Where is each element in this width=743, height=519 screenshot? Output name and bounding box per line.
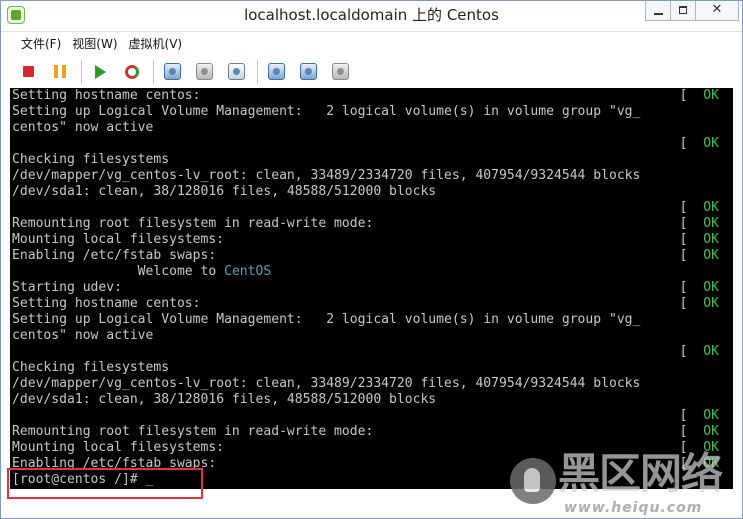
minimize-icon [654,13,663,15]
console-line-text: Checking filesystems [12,152,170,167]
watermark-logo-icon [510,458,556,504]
snapshot-icon [163,63,181,80]
ok-status: OK [703,88,719,103]
console-line-text: centos" now active [12,328,154,343]
console-line: Enabling /etc/fstab swaps: [ OK ] [12,248,719,263]
console-line-text: Setting hostname centos: [12,296,201,311]
welcome-centos-text: CentOS [224,264,272,279]
console-line: [ OK ] [12,200,719,215]
disconnect-drive-button[interactable] [263,59,289,85]
ok-status: OK [703,200,719,215]
console-line: /dev/mapper/vg_centos-lv_root: clean, 33… [12,376,733,392]
manage-snapshots-button[interactable] [223,59,249,85]
console-line: Setting hostname centos: [ OK ] [12,88,719,103]
maximize-button[interactable] [670,1,696,21]
title-bar[interactable]: localhost.localdomain 上的 Centos ✕ [1,1,742,32]
menu-vm[interactable]: 虚拟机(V) [129,35,183,52]
console-line: Welcome to CentOS [12,264,733,280]
disconnect-drive-icon [267,63,285,80]
console-line-text: Remounting root filesystem in read-write… [12,424,374,439]
watermark: 黑区网络 www.heiqu.com [508,449,743,519]
console-line: Mounting local filesystems: [ OK ] [12,232,719,247]
pause-icon [54,65,66,78]
console-screen[interactable]: Setting hostname centos: [ OK ]Setting u… [10,88,733,489]
console-line-text: /dev/sda1: clean, 38/128016 files, 48588… [12,184,437,199]
power-off-button[interactable] [15,59,41,85]
suspend-button[interactable] [47,59,73,85]
console-line-text: Remounting root filesystem in read-write… [12,216,374,231]
console-line-text: Mounting local filesystems: [12,232,225,247]
revert-snapshot-icon [195,63,213,80]
console-output: Setting hostname centos: [ OK ]Setting u… [12,88,733,488]
menu-bar: 文件(F) 视图(W) 虚拟机(V) [1,32,742,54]
ok-status: OK [703,216,719,231]
console-line-text: /dev/sda1: clean, 38/128016 files, 48588… [12,392,437,407]
minimize-button[interactable] [645,1,671,21]
console-line: [ OK ] [12,136,719,151]
console-line: Setting up Logical Volume Management: 2 … [12,104,733,120]
console-line-text: /dev/mapper/vg_centos-lv_root: clean, 33… [12,376,641,391]
console-line: Starting udev: [ OK ] [12,280,719,295]
settings-icon [331,63,349,80]
console-line-text: Checking filesystems [12,360,170,375]
console-line-text: Enabling /etc/fstab swaps: [12,248,217,263]
ok-status: OK [703,136,719,151]
console-line-text: Setting up Logical Volume Management: 2 … [12,104,641,119]
ok-status: OK [703,408,719,423]
manage-snapshots-icon [227,63,245,80]
window-controls: ✕ [645,1,739,22]
ok-status: OK [703,232,719,247]
console-line-text: Setting up Logical Volume Management: 2 … [12,312,641,327]
console-line-text: Welcome to [12,264,225,279]
ok-status: OK [703,424,719,439]
console-line: Remounting root filesystem in read-write… [12,216,719,231]
console-line-text: /dev/mapper/vg_centos-lv_root: clean, 33… [12,168,641,183]
console-line: centos" now active [12,120,733,136]
console-line: Setting up Logical Volume Management: 2 … [12,312,733,328]
prompt-highlight-box [7,468,203,499]
ok-status: OK [703,296,719,311]
toolbar-separator [257,59,258,84]
watermark-text: 黑区网络 [558,449,723,498]
revert-snapshot-button[interactable] [191,59,217,85]
toolbar-separator [81,59,82,84]
power-on-button[interactable] [87,59,113,85]
console-line-text: Starting udev: [12,280,122,295]
toolbar-separator [153,59,154,84]
vm-settings-button[interactable] [327,59,353,85]
take-snapshot-button[interactable] [159,59,185,85]
close-icon: ✕ [711,2,723,17]
console-line: Setting hostname centos: [ OK ] [12,296,719,311]
window-title: localhost.localdomain 上的 Centos [244,6,499,24]
console-line: [ OK ] [12,408,719,423]
console-line: Checking filesystems [12,152,733,168]
ok-status: OK [703,344,719,359]
console-line-text: centos" now active [12,120,154,135]
toolbar [1,56,742,87]
play-icon [94,64,106,79]
connect-network-button[interactable] [295,59,321,85]
console-line: centos" now active [12,328,733,344]
console-line: /dev/sda1: clean, 38/128016 files, 48588… [12,184,733,200]
close-button[interactable]: ✕ [695,1,739,21]
console-line-text: Setting hostname centos: [12,88,201,103]
reset-button[interactable] [119,59,145,85]
reset-icon [125,64,139,79]
console-line: /dev/mapper/vg_centos-lv_root: clean, 33… [12,168,733,184]
console-line-text: Mounting local filesystems: [12,440,225,455]
ok-status: OK [703,248,719,263]
maximize-icon [679,6,687,14]
ok-status: OK [703,280,719,295]
watermark-url: www.heiqu.com [564,500,703,516]
console-line: Remounting root filesystem in read-write… [12,424,719,439]
console-line: /dev/sda1: clean, 38/128016 files, 48588… [12,392,733,408]
console-line: Checking filesystems [12,360,733,376]
console-line: [ OK ] [12,344,719,359]
stop-icon [22,66,34,77]
vm-console-window: localhost.localdomain 上的 Centos ✕ 文件(F) … [0,0,743,519]
menu-view[interactable]: 视图(W) [72,35,117,52]
connect-network-icon [299,63,317,80]
menu-file[interactable]: 文件(F) [21,35,61,52]
